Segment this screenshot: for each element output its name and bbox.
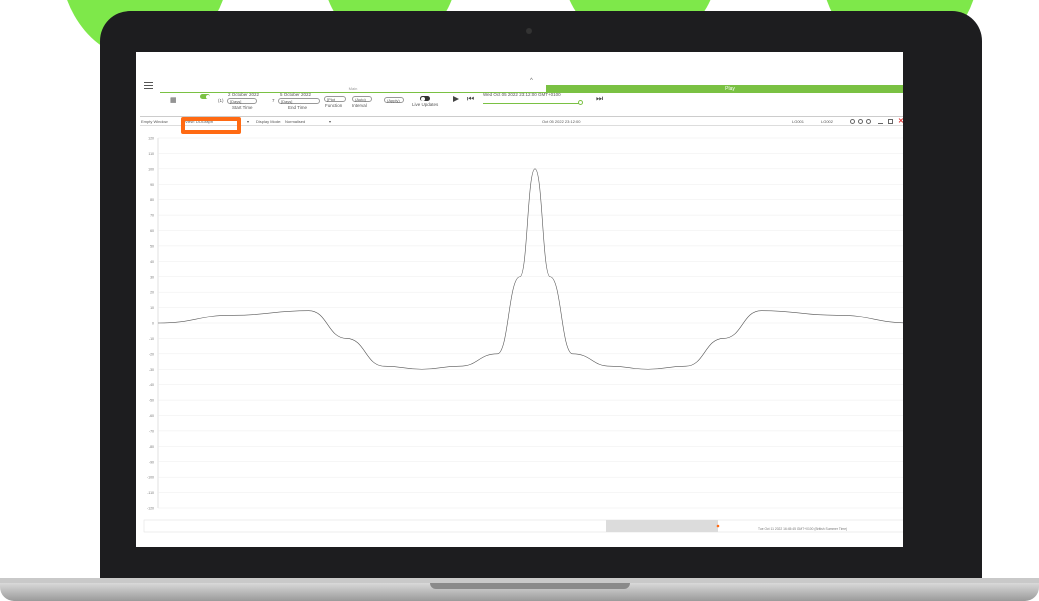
y-tick-label: -30 — [149, 368, 154, 372]
datetime-label: Wed Oct 05 2022 23:12:00 GMT+0100 — [483, 92, 561, 97]
marketing-stage: Main Play ^ ▦ 2 October 2022 (1) [Days] … — [0, 0, 1039, 601]
hamburger-icon[interactable] — [144, 82, 153, 89]
view-highlight-box — [181, 117, 241, 134]
time-slider[interactable] — [483, 103, 579, 104]
y-tick-label: -40 — [149, 383, 154, 387]
play-icon[interactable] — [453, 96, 459, 102]
y-tick-label: 80 — [150, 198, 154, 202]
y-tick-label: -90 — [149, 460, 154, 464]
line-chart: 1201101009080706050403020100-10-20-30-40… — [143, 137, 903, 533]
interval-caption: Interval — [352, 103, 367, 108]
link-icon-2[interactable] — [866, 119, 871, 124]
live-updates-label: Live Updates — [412, 102, 439, 107]
chart-area: 120 110 100 90 80 70 60 50 40 30 20 10 0 -10 -20 -30 -40… — [140, 136, 903, 536]
close-icon[interactable]: ✕ — [898, 117, 903, 125]
start-num[interactable]: (1) — [218, 98, 224, 103]
y-tick-label: 30 — [150, 275, 154, 279]
y-tick-label: -120 — [147, 507, 154, 511]
y-tick-label: 120 — [148, 137, 154, 141]
y-tick-label: -50 — [149, 399, 154, 403]
sub-toolbar: Empty Window View: DOGraph ▾ Display Mod… — [140, 116, 903, 126]
toolbar: ▦ 2 October 2022 (1) [Days] Start Time 5… — [140, 92, 903, 114]
display-mode-label: Display Mode: — [256, 119, 282, 124]
start-unit-select[interactable]: [Days] — [227, 98, 257, 104]
y-tick-label: 100 — [148, 167, 154, 171]
skip-forward-icon[interactable]: ⏭ — [596, 94, 603, 104]
interval-select[interactable]: (Auto) — [352, 96, 372, 102]
y-tick-label: -100 — [147, 476, 154, 480]
range-toggle[interactable] — [200, 94, 210, 99]
lg001-select[interactable]: LG001 — [792, 119, 804, 124]
lg002-select[interactable]: LG002 — [821, 119, 833, 124]
series-line — [157, 168, 903, 370]
calendar-icon[interactable]: ▦ — [170, 96, 177, 104]
y-tick-label: 10 — [150, 306, 154, 310]
laptop-screen: Main Play ^ ▦ 2 October 2022 (1) [Days] … — [136, 52, 903, 547]
apply-button[interactable]: (Apply) — [384, 97, 404, 103]
time-slider-knob[interactable] — [578, 100, 583, 105]
camera-icon — [526, 28, 532, 34]
display-mode-select[interactable]: Normalised — [285, 119, 305, 124]
y-tick-label: -110 — [147, 491, 154, 495]
maximize-icon[interactable] — [888, 119, 893, 124]
empty-window-button[interactable]: Empty Window — [141, 119, 168, 124]
end-num[interactable]: 7 — [272, 98, 275, 103]
y-tick-label: -60 — [149, 414, 154, 418]
y-tick-label: 70 — [150, 214, 154, 218]
navigator-marker[interactable] — [716, 524, 720, 528]
end-caption: End Time — [288, 105, 308, 110]
display-mode-dropdown-icon[interactable]: ▾ — [329, 119, 331, 124]
chevron-up-icon[interactable]: ^ — [530, 78, 533, 84]
y-tick-label: 110 — [148, 152, 154, 156]
y-tick-label: -20 — [149, 352, 154, 356]
link-icon[interactable] — [858, 119, 863, 124]
laptop-notch — [430, 583, 630, 589]
y-tick-label: -10 — [149, 337, 154, 341]
start-caption: Start Time — [232, 105, 253, 110]
app-window: Main Play ^ ▦ 2 October 2022 (1) [Days] … — [140, 78, 903, 533]
footer-date: Tue Oct 11 2022 16:45:45 GMT+0100 (Briti… — [758, 527, 847, 531]
y-tick-label: 90 — [150, 183, 154, 187]
y-tick-label: 40 — [150, 260, 154, 264]
live-updates-toggle[interactable] — [420, 96, 430, 101]
minimize-icon[interactable] — [878, 123, 883, 124]
view-dropdown-icon[interactable]: ▾ — [247, 119, 249, 124]
start-date[interactable]: 2 October 2022 — [228, 92, 259, 97]
function-select[interactable]: [Plot — [324, 96, 346, 102]
y-tick-label: 0 — [152, 322, 154, 326]
y-tick-label: 50 — [150, 244, 154, 248]
y-tick-label: 20 — [150, 291, 154, 295]
center-date: Oct 05 2022 23:12:00 — [542, 119, 581, 124]
y-tick-label: -80 — [149, 445, 154, 449]
y-tick-label: -70 — [149, 429, 154, 433]
y-tick-label: 60 — [150, 229, 154, 233]
end-unit-select[interactable]: [Days] — [278, 98, 320, 104]
skip-back-icon[interactable]: ⏮ — [467, 94, 474, 104]
gear-icon[interactable] — [850, 119, 855, 124]
function-caption: Function — [325, 103, 343, 108]
navigator-selection[interactable] — [606, 520, 718, 532]
end-date[interactable]: 5 October 2022 — [280, 92, 311, 97]
